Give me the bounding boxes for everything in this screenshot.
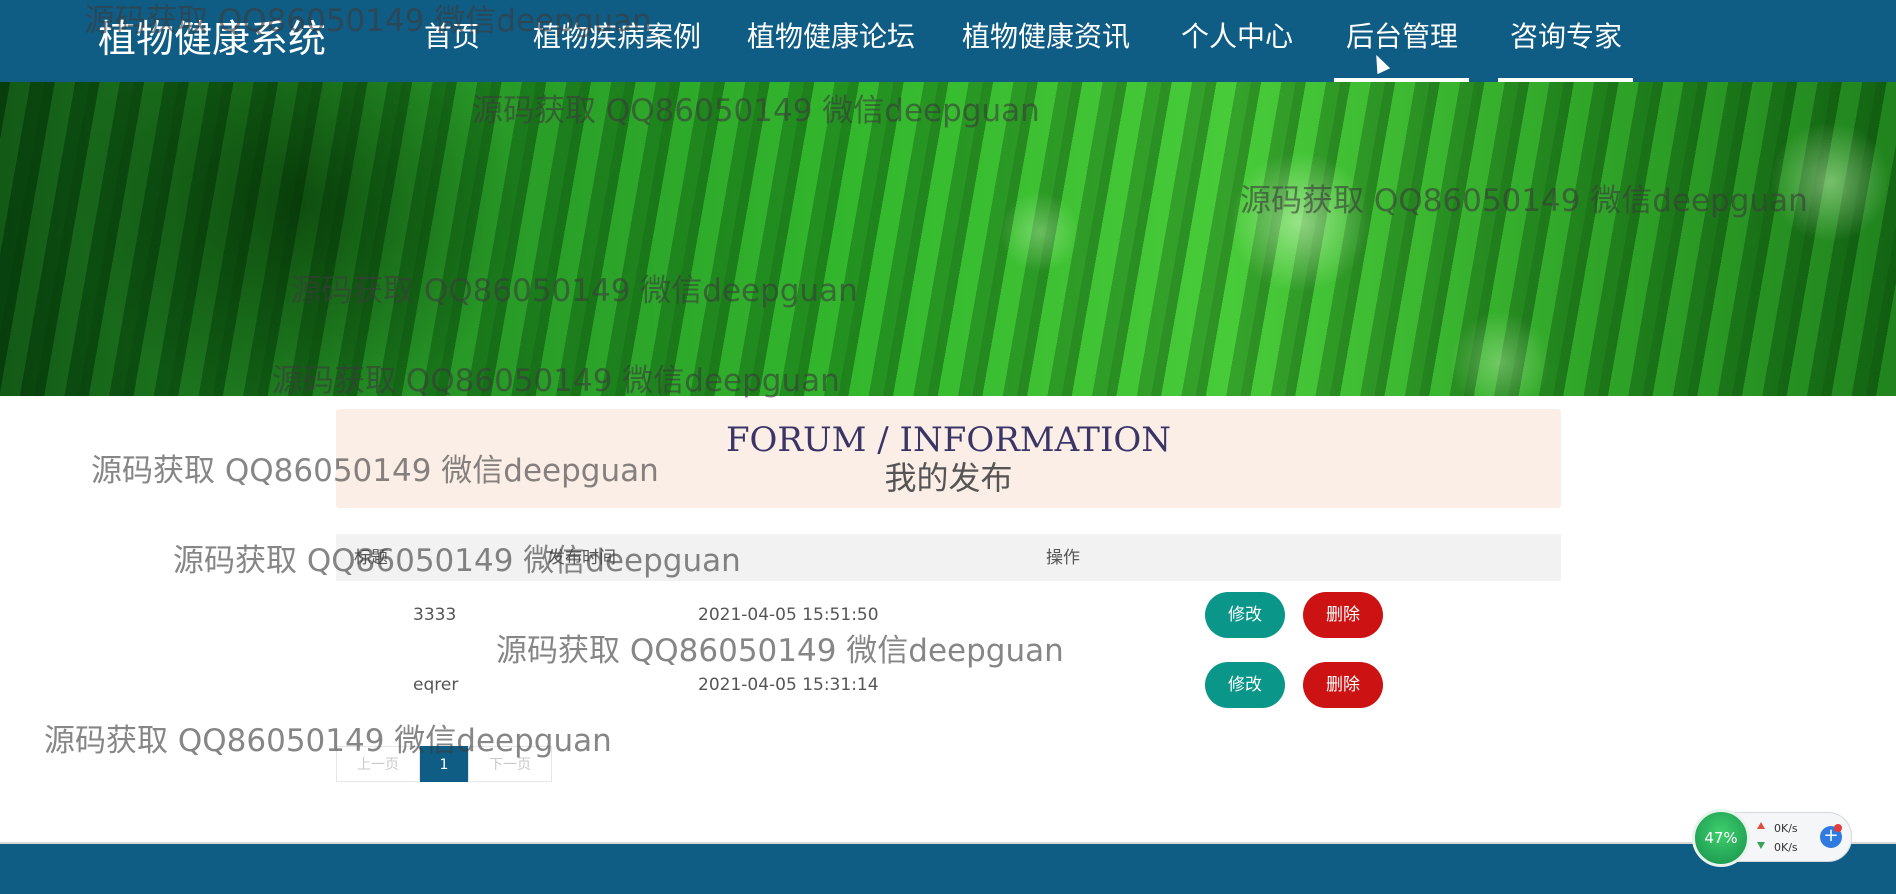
footer: [0, 842, 1896, 894]
section-title-zh: 我的发布: [884, 459, 1013, 497]
prev-page-button[interactable]: 上一页: [336, 746, 420, 782]
nav-forum[interactable]: 植物健康论坛: [747, 17, 915, 57]
column-actions: 操作: [1046, 548, 1080, 568]
section-header: FORUM / INFORMATION 我的发布: [336, 409, 1561, 508]
edit-button[interactable]: 修改: [1205, 662, 1285, 708]
column-title: 标题: [354, 548, 388, 568]
watermark: 源码获取 QQ86050149 微信deepguan: [496, 633, 1064, 669]
upload-arrow-icon: [1757, 822, 1765, 829]
row-publish-time: 2021-04-05 15:51:50: [698, 605, 879, 625]
nav-personal-center[interactable]: 个人中心: [1181, 17, 1293, 57]
page-1-button[interactable]: 1: [420, 746, 468, 782]
next-page-button[interactable]: 下一页: [468, 746, 552, 782]
row-title: eqrer: [413, 675, 459, 695]
notification-dot-icon: [1834, 824, 1842, 832]
row-title: 3333: [413, 605, 457, 625]
edit-button[interactable]: 修改: [1205, 592, 1285, 638]
column-publish-time: 发布时间: [548, 548, 616, 568]
site-brand[interactable]: 植物健康系统: [98, 14, 326, 64]
top-navbar: 植物健康系统 首页 植物疾病案例 植物健康论坛 植物健康资讯 个人中心 后台管理…: [0, 0, 1896, 82]
table-header: 标题 发布时间 操作: [336, 534, 1561, 581]
section-title-en: FORUM / INFORMATION: [725, 420, 1172, 460]
download-arrow-icon: [1757, 842, 1765, 849]
nav-news[interactable]: 植物健康资讯: [962, 17, 1130, 57]
cpu-usage-badge[interactable]: 47%: [1692, 809, 1750, 867]
delete-button[interactable]: 删除: [1303, 592, 1383, 638]
row-publish-time: 2021-04-05 15:31:14: [698, 675, 879, 695]
nav-admin[interactable]: 后台管理: [1346, 17, 1458, 57]
delete-button[interactable]: 删除: [1303, 662, 1383, 708]
banner-carousel: [0, 82, 1896, 396]
download-speed: 0K/s: [1774, 841, 1798, 854]
nav-consult-expert[interactable]: 咨询专家: [1510, 17, 1622, 57]
upload-speed: 0K/s: [1774, 822, 1798, 835]
nav-disease-cases[interactable]: 植物疾病案例: [533, 17, 701, 57]
nav-home[interactable]: 首页: [424, 17, 480, 57]
